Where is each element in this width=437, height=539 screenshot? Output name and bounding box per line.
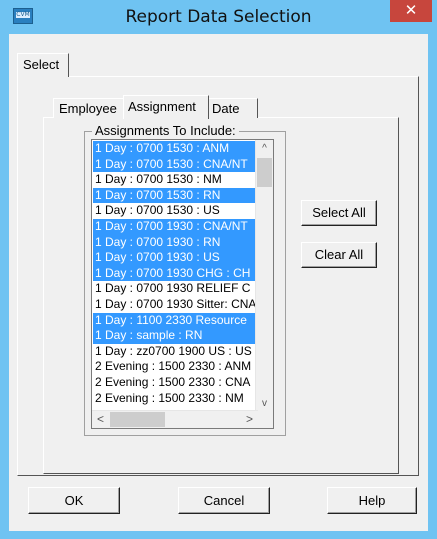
assignment-list-item[interactable]: 1 Day : 0700 1930 Sitter: CNA bbox=[93, 297, 258, 313]
close-icon: ✕ bbox=[404, 2, 418, 19]
report-data-selection-window: CVM Report Data Selection ✕ Select Emplo… bbox=[0, 0, 437, 539]
tab-employee[interactable]: Employee bbox=[53, 98, 125, 118]
window-title: Report Data Selection bbox=[125, 7, 312, 27]
assignment-list-item[interactable]: 1 Day : 0700 1530 : US bbox=[93, 203, 258, 219]
assignments-rows: 1 Day : 0700 1530 : ANM 1 Day : 0700 1530… bbox=[93, 141, 258, 406]
close-button[interactable]: ✕ bbox=[390, 0, 432, 22]
ok-button[interactable]: OK bbox=[28, 487, 120, 514]
assignment-list-item[interactable]: 1 Day : sample : RN bbox=[93, 328, 258, 344]
assignments-listbox[interactable]: 1 Day : 0700 1530 : ANM 1 Day : 0700 1530… bbox=[91, 139, 274, 429]
title-bar[interactable]: CVM Report Data Selection ✕ bbox=[0, 0, 437, 34]
assignment-list-item[interactable]: 1 Day : 0700 1930 : CNA/NT bbox=[93, 218, 258, 235]
scrollbar-corner bbox=[256, 411, 273, 428]
scroll-down-arrow-icon[interactable]: v bbox=[256, 395, 273, 412]
assignment-list-item[interactable]: 1 Day : 0700 1530 : NM bbox=[93, 172, 258, 188]
horizontal-scroll-thumb[interactable] bbox=[110, 412, 165, 427]
help-button[interactable]: Help bbox=[327, 487, 417, 514]
tab-select[interactable]: Select bbox=[17, 53, 69, 77]
assignment-list-item[interactable]: 1 Day : 0700 1930 RELIEF C bbox=[93, 281, 258, 297]
assignment-list-item[interactable]: 1 Day : 0700 1930 : RN bbox=[93, 234, 258, 251]
clear-all-button[interactable]: Clear All bbox=[301, 242, 377, 268]
scroll-up-arrow-icon[interactable]: ^ bbox=[256, 140, 273, 157]
assignment-list-item[interactable]: 1 Day : 0700 1530 : RN bbox=[93, 187, 258, 204]
dialog-body: Select Employee Date Assignment Assignme… bbox=[9, 34, 428, 531]
vertical-scroll-thumb[interactable] bbox=[257, 158, 272, 187]
cancel-button[interactable]: Cancel bbox=[178, 487, 270, 514]
scroll-left-arrow-icon[interactable]: < bbox=[92, 411, 109, 428]
assignment-list-item[interactable]: 1 Day : 0700 1930 CHG : CH bbox=[93, 265, 258, 282]
assignment-list-item[interactable]: 1 Day : 0700 1530 : CNA/NT bbox=[93, 156, 258, 173]
tab-date[interactable]: Date bbox=[208, 98, 258, 118]
select-all-button[interactable]: Select All bbox=[301, 200, 377, 226]
assignment-list-item[interactable]: 2 Evening : 1500 2330 : CNA bbox=[93, 375, 258, 391]
assignment-list-item[interactable]: 1 Day : 1100 2330 Resource bbox=[93, 312, 258, 329]
assignments-group-label: Assignments To Include: bbox=[92, 123, 239, 138]
assignment-list-item[interactable]: 1 Day : 0700 1930 : US bbox=[93, 250, 258, 266]
tab-assignment[interactable]: Assignment bbox=[123, 95, 209, 119]
assignment-list-item[interactable]: 2 Evening : 1500 2330 : ANM bbox=[93, 359, 258, 375]
assignment-list-item[interactable]: 1 Day : 0700 1530 : ANM bbox=[93, 141, 258, 157]
assignment-list-item[interactable]: 1 Day : zz0700 1900 US : US bbox=[93, 344, 258, 360]
vertical-scrollbar[interactable]: ^ v bbox=[255, 140, 273, 412]
horizontal-scrollbar[interactable]: < > bbox=[92, 410, 258, 428]
assignment-list-item[interactable]: 2 Evening : 1500 2330 : NM bbox=[93, 391, 258, 407]
